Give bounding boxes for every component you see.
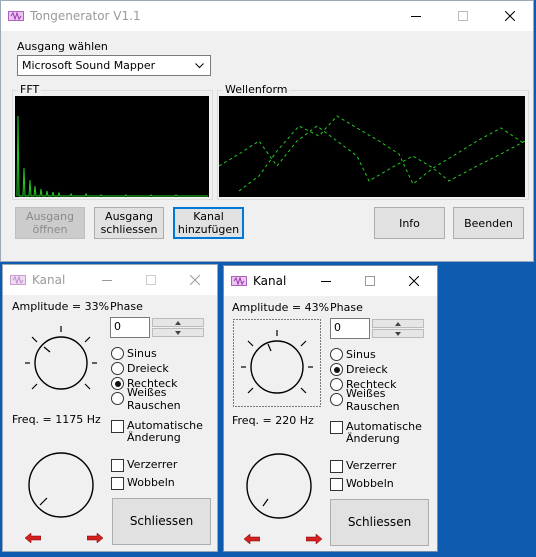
auto-change-checkbox[interactable]: Automatische Änderung xyxy=(330,421,422,445)
phase-spin-down[interactable] xyxy=(152,328,204,337)
frequency-label: Freq. = 1175 Hz xyxy=(12,413,101,426)
maximize-icon xyxy=(365,276,375,286)
close-output-button[interactable]: Ausgang schliessen xyxy=(94,207,164,239)
fft-scope xyxy=(15,96,209,197)
phase-input[interactable]: 0 xyxy=(110,317,150,338)
auto-change-label: Automatische Änderung xyxy=(127,419,203,444)
radio-weisses-rauschen[interactable]: Weißes Rauschen xyxy=(330,387,437,413)
add-channel-button[interactable]: Kanal hinzufügen xyxy=(173,207,244,239)
phase-label: Phase xyxy=(330,301,363,314)
arrow-left-icon[interactable] xyxy=(244,534,260,544)
close-icon xyxy=(190,275,200,285)
output-select[interactable]: Microsoft Sound Mapper xyxy=(17,55,211,76)
spin-down-icon xyxy=(175,330,181,335)
radio-sinus[interactable]: Sinus xyxy=(330,347,437,362)
arrow-right-icon[interactable] xyxy=(87,533,103,543)
window-title: Tongenerator V1.1 xyxy=(30,9,141,23)
app-icon xyxy=(8,11,24,21)
radio-weisses-rauschen[interactable]: Weißes Rauschen xyxy=(111,386,217,412)
wave-label: Wellenform xyxy=(223,83,290,96)
amplitude-knob[interactable] xyxy=(233,319,321,407)
frequency-label: Freq. = 220 Hz xyxy=(232,414,314,427)
frequency-knob[interactable] xyxy=(237,444,321,528)
minimize-button[interactable] xyxy=(87,265,127,295)
channel-title: Kanal xyxy=(253,274,287,288)
close-window-button[interactable] xyxy=(175,265,215,295)
maximize-button xyxy=(131,265,171,295)
chevron-down-icon xyxy=(195,63,204,69)
maximize-button xyxy=(350,266,390,296)
info-button[interactable]: Info xyxy=(374,207,445,239)
app-icon xyxy=(10,275,26,285)
channel-window-1: Kanal Amplitude = 33% Freq. = 1175 Hz Ph… xyxy=(2,264,218,552)
auto-change-label: Automatische Änderung xyxy=(346,420,422,445)
waveform-options: Sinus Dreieck Rechteck Weißes Rauschen xyxy=(111,346,217,412)
phase-spin-down[interactable] xyxy=(372,329,424,338)
open-output-button[interactable]: Ausgang öffnen xyxy=(15,207,85,239)
spin-down-icon xyxy=(395,331,401,336)
exit-button[interactable]: Beenden xyxy=(453,207,524,239)
phase-spin-up[interactable] xyxy=(372,319,424,328)
amplitude-label: Amplitude = 33% xyxy=(12,300,110,313)
wobble-checkbox[interactable]: Wobbeln xyxy=(111,477,175,490)
fft-label: FFT xyxy=(18,83,42,96)
app-icon xyxy=(231,276,247,286)
close-icon xyxy=(505,11,515,21)
minimize-icon xyxy=(102,280,112,281)
minimize-button[interactable] xyxy=(306,266,346,296)
minimize-icon xyxy=(411,16,421,17)
wobble-checkbox[interactable]: Wobbeln xyxy=(330,478,394,491)
arrow-left-icon[interactable] xyxy=(25,533,41,543)
close-icon xyxy=(409,276,419,286)
radio-dreieck[interactable]: Dreieck xyxy=(111,361,217,376)
distortion-checkbox[interactable]: Verzerrer xyxy=(111,459,177,472)
channel-close-button[interactable]: Schliessen xyxy=(330,499,429,546)
auto-change-checkbox[interactable]: Automatische Änderung xyxy=(111,420,203,444)
arrow-right-icon[interactable] xyxy=(306,534,322,544)
channel-close-button[interactable]: Schliessen xyxy=(112,498,211,545)
close-window-button[interactable] xyxy=(394,266,434,296)
main-window: Tongenerator V1.1 Ausgang wählen Microso… xyxy=(0,0,534,262)
phase-input[interactable]: 0 xyxy=(330,318,370,339)
output-label: Ausgang wählen xyxy=(17,40,108,53)
waveform-scope xyxy=(219,96,525,197)
maximize-button xyxy=(443,1,483,31)
output-select-value: Microsoft Sound Mapper xyxy=(22,59,156,72)
channel-window-2: Kanal Amplitude = 43% Freq. = 220 Hz Pha… xyxy=(223,265,438,552)
frequency-knob[interactable] xyxy=(19,443,103,527)
close-window-button[interactable] xyxy=(490,1,530,31)
spin-up-icon xyxy=(175,320,181,325)
radio-dreieck[interactable]: Dreieck xyxy=(330,362,437,377)
phase-label: Phase xyxy=(110,300,143,313)
minimize-icon xyxy=(321,281,331,282)
channel-title: Kanal xyxy=(32,273,66,287)
distortion-checkbox[interactable]: Verzerrer xyxy=(330,460,396,473)
radio-sinus[interactable]: Sinus xyxy=(111,346,217,361)
maximize-icon xyxy=(146,275,156,285)
minimize-button[interactable] xyxy=(396,1,436,31)
phase-spin-up[interactable] xyxy=(152,318,204,327)
waveform-options: Sinus Dreieck Rechteck Weißes Rauschen xyxy=(330,347,437,413)
amplitude-label: Amplitude = 43% xyxy=(232,301,330,314)
spin-up-icon xyxy=(395,321,401,326)
maximize-icon xyxy=(458,11,468,21)
amplitude-knob[interactable] xyxy=(19,317,103,401)
